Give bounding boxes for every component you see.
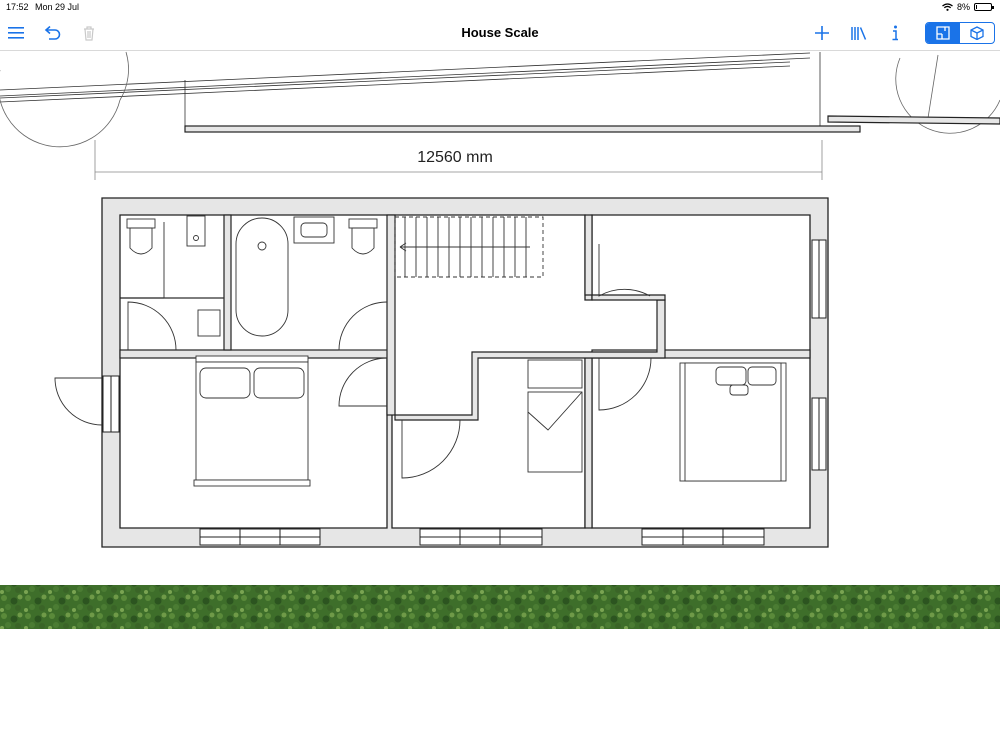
- wifi-icon: [942, 3, 953, 11]
- info-icon: [892, 25, 898, 41]
- bed-master-left: [193, 355, 311, 487]
- bed-single: [527, 359, 583, 473]
- status-date: Mon 29 Jul: [35, 2, 80, 12]
- plan-view-button[interactable]: [926, 23, 960, 43]
- dimension-label: 12560 mm: [417, 149, 493, 166]
- trash-icon: [84, 25, 94, 41]
- bed-master-right: [679, 362, 787, 482]
- site-lines: [0, 51, 1000, 148]
- 3d-view-button[interactable]: [960, 23, 994, 43]
- add-button[interactable]: [811, 16, 833, 50]
- battery-icon: [974, 3, 994, 11]
- hamburger-menu-icon: [8, 27, 24, 39]
- status-time: 17:52: [6, 2, 29, 12]
- boundary-wall-right: [827, 115, 1000, 125]
- battery-percent: 8%: [956, 2, 970, 12]
- undo-icon: [44, 26, 61, 40]
- undo-button[interactable]: [40, 16, 64, 50]
- menu-button[interactable]: [4, 16, 28, 50]
- info-button[interactable]: [885, 16, 905, 50]
- status-right: 8%: [942, 2, 994, 12]
- view-mode-segmented-control: [925, 22, 995, 44]
- status-bar: 17:52 Mon 29 Jul 8%: [0, 0, 1000, 16]
- library-books-icon: [851, 26, 867, 40]
- plan-view-icon: [936, 26, 950, 40]
- bathroom-fixtures: [126, 215, 378, 337]
- library-button[interactable]: [848, 16, 870, 50]
- plus-icon: [815, 26, 829, 40]
- 3d-cube-icon: [970, 26, 984, 40]
- delete-button[interactable]: [78, 16, 100, 50]
- toolbar: House Scale: [0, 16, 1000, 51]
- staircase: [394, 216, 544, 278]
- hedge: [0, 585, 1000, 629]
- boundary-wall: [184, 125, 861, 133]
- drawing-canvas[interactable]: 12560 mm: [0, 51, 1000, 750]
